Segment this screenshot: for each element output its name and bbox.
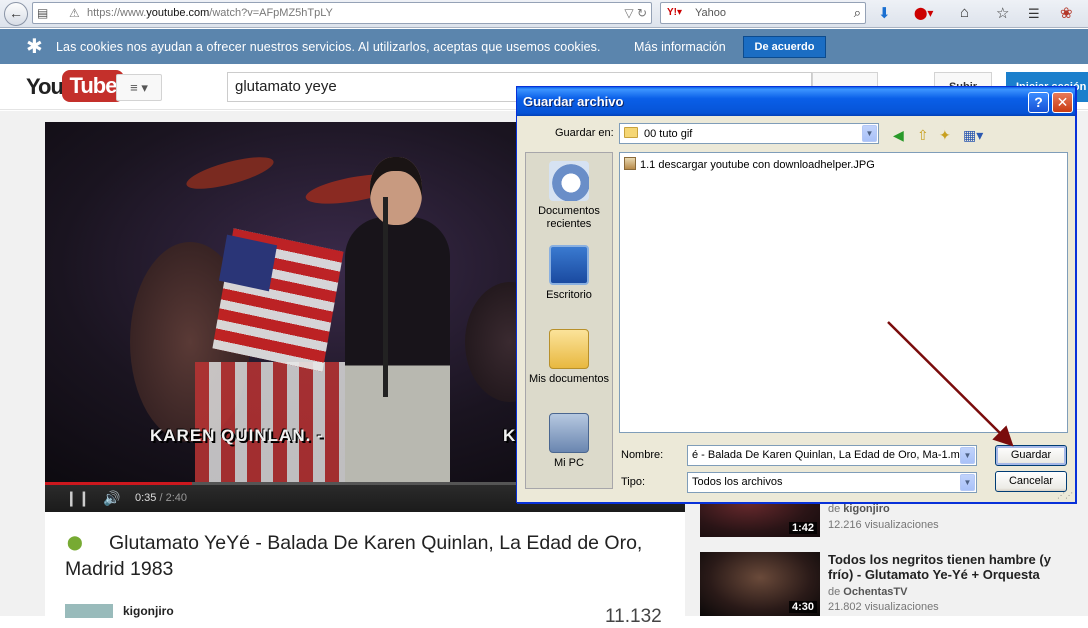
annotation-arrow [887, 321, 1014, 447]
arrow-line [887, 321, 1014, 447]
